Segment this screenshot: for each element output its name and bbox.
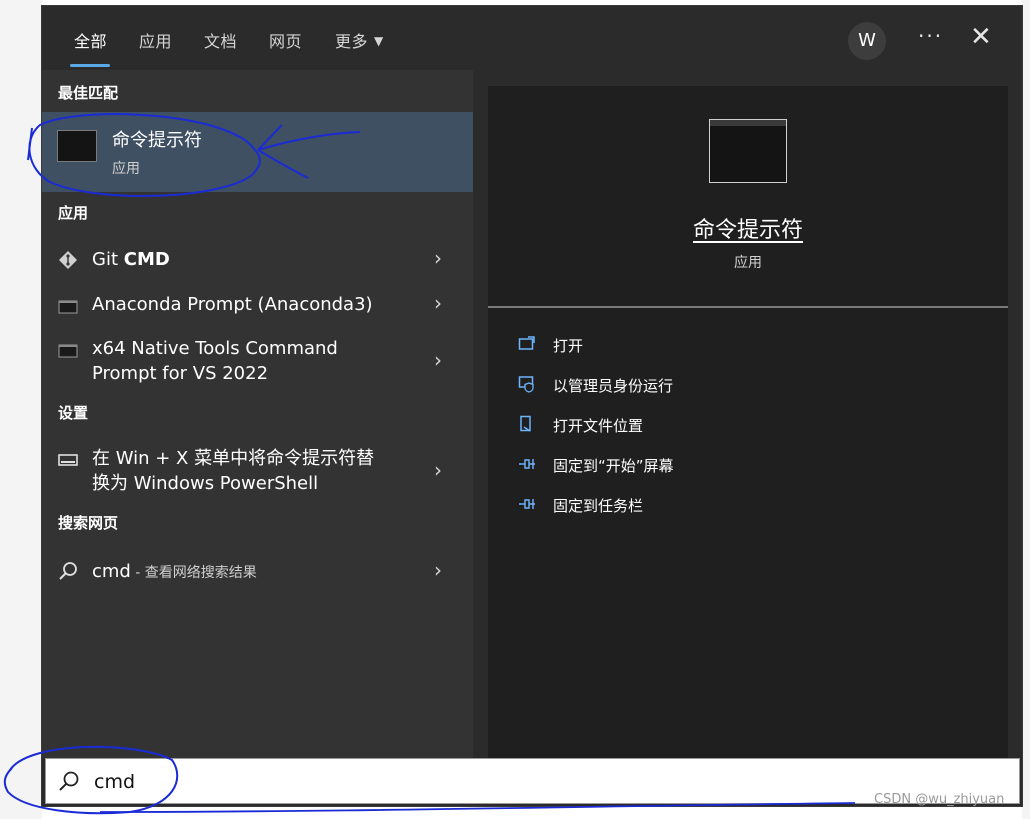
background-page-right [1022,0,1030,819]
section-best-match: 最佳匹配 [58,84,119,102]
search-scope-tabs: 全部 应用 文档 网页 更多 ▼ W ··· ✕ [42,6,1022,70]
active-tab-indicator [70,64,110,67]
user-avatar[interactable]: W [848,22,886,60]
command-prompt-icon [57,130,97,162]
settings-item-label-line1: 在 Win + X 菜单中将命令提示符替 [92,448,375,469]
app-item-label-line2: Prompt for VS 2022 [92,363,269,384]
action-label: 打开文件位置 [553,417,644,435]
chevron-right-icon[interactable]: › [434,246,442,270]
pin-icon [519,499,535,509]
action-run-as-admin[interactable]: 以管理员身份运行 [518,375,818,397]
action-open-file-location[interactable]: 打开文件位置 [518,415,818,437]
section-apps: 应用 [58,204,89,222]
app-item-label-line1: x64 Native Tools Command [92,338,338,359]
settings-item-label-line2: 换为 Windows PowerShell [92,473,319,494]
chevron-right-icon[interactable]: › [434,558,442,582]
action-pin-to-start[interactable]: 固定到“开始”屏幕 [518,455,818,477]
tab-documents[interactable]: 文档 [204,28,237,52]
app-item-anaconda-prompt[interactable]: Anaconda Prompt (Anaconda3) › [42,285,473,325]
start-search-panel: 全部 应用 文档 网页 更多 ▼ W ··· ✕ 最佳匹配 命令提示符 应用 应用… [42,6,1022,806]
watermark: CSDN @wu_zhiyuan [874,792,1005,807]
command-prompt-large-icon [709,119,787,183]
admin-shield-icon [518,376,534,393]
action-label: 固定到任务栏 [553,497,644,515]
tab-more[interactable]: 更多 ▼ [335,28,384,52]
best-match-subtitle: 应用 [112,161,140,177]
web-search-item[interactable]: cmd - 查看网络搜索结果 › [42,552,473,592]
settings-item-replace-cmd[interactable]: 在 Win + X 菜单中将命令提示符替 换为 Windows PowerShe… [42,442,473,502]
action-open[interactable]: 打开 [518,335,818,357]
pin-icon [519,459,535,469]
chevron-right-icon[interactable]: › [434,348,442,372]
background-page-left [0,0,42,819]
action-label: 打开 [553,337,584,355]
best-match-item[interactable]: 命令提示符 应用 [42,112,473,192]
best-match-title: 命令提示符 [112,130,202,151]
preview-subtitle: 应用 [734,255,762,271]
results-list: 最佳匹配 命令提示符 应用 应用 Git CMD › Anaconda Prom… [42,70,473,758]
action-pin-to-taskbar[interactable]: 固定到任务栏 [518,495,818,517]
open-icon [518,336,535,350]
chevron-right-icon[interactable]: › [434,291,442,315]
tab-web[interactable]: 网页 [269,28,302,52]
web-search-query: cmd [92,561,131,582]
preview-pane: 命令提示符 应用 打开 以管理员身份运行 打开文件位置 固定到“开始”屏幕 固定… [488,86,1008,758]
close-icon[interactable]: ✕ [970,22,992,52]
terminal-icon [58,300,78,314]
web-search-label: cmd - 查看网络搜索结果 [92,559,257,586]
chevron-right-icon[interactable]: › [434,458,442,482]
preview-divider [488,306,1008,308]
app-item-git-cmd[interactable]: Git CMD › [42,240,473,280]
app-item-label: Git CMD [92,249,170,270]
app-item-label: Anaconda Prompt (Anaconda3) [92,294,373,315]
more-options-icon[interactable]: ··· [918,24,943,48]
terminal-icon [58,344,78,358]
tab-all[interactable]: 全部 [74,28,107,52]
section-web-search: 搜索网页 [58,514,119,532]
search-icon [59,771,79,791]
action-label: 以管理员身份运行 [553,377,674,395]
section-settings: 设置 [58,404,89,422]
web-search-suffix: - 查看网络搜索结果 [130,565,257,581]
tab-apps[interactable]: 应用 [139,28,172,52]
action-label: 固定到“开始”屏幕 [553,457,674,475]
search-icon [59,562,77,580]
file-location-icon [520,415,531,432]
chevron-down-icon: ▼ [374,34,384,48]
search-input[interactable] [92,767,496,797]
git-icon [59,251,77,269]
monitor-icon [58,454,78,466]
tab-more-label: 更多 [335,32,369,51]
preview-title[interactable]: 命令提示符 [488,212,1008,244]
app-item-vs-native-tools[interactable]: x64 Native Tools Command Prompt for VS 2… [42,332,473,392]
